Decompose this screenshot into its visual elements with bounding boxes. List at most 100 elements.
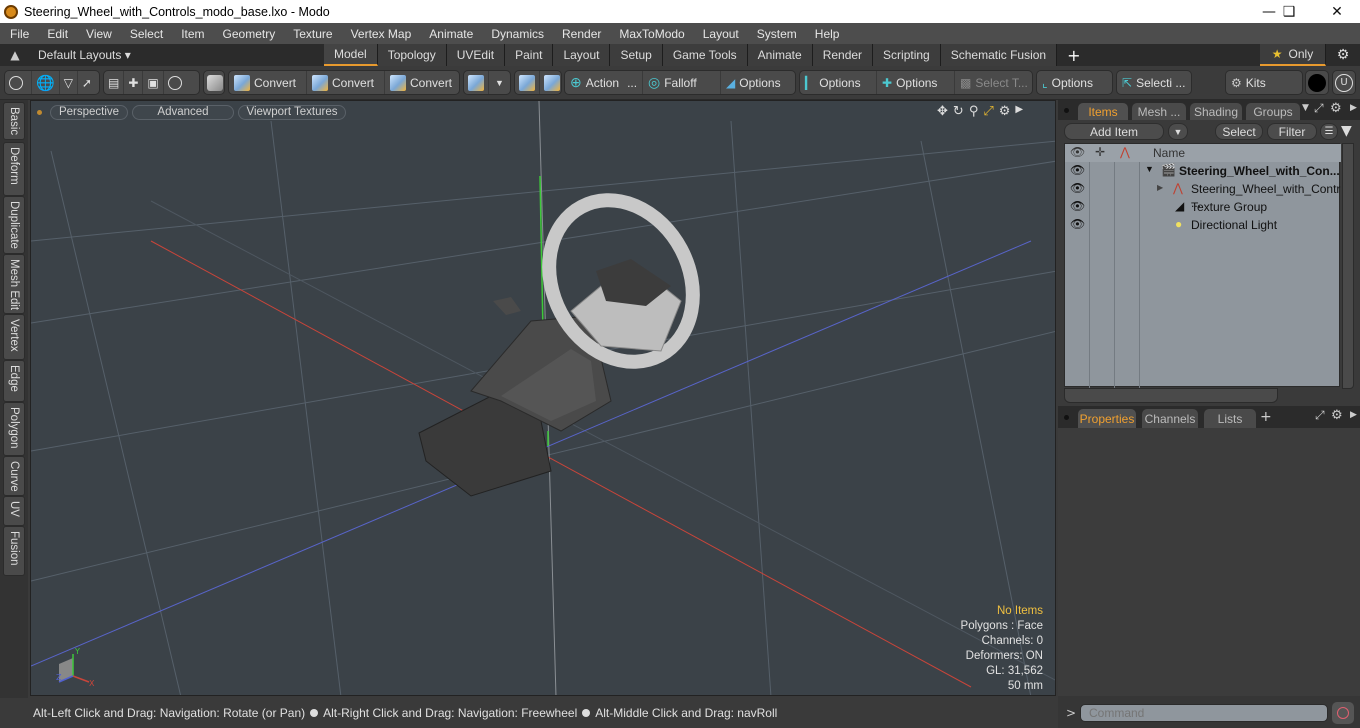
menu-geometry[interactable]: Geometry xyxy=(213,27,284,41)
tab-model[interactable]: Model xyxy=(324,44,378,66)
filter-button[interactable]: Filter xyxy=(1267,123,1317,140)
select-sphere-button[interactable]: 🌐 xyxy=(32,71,60,94)
item-mode-button[interactable] xyxy=(204,71,226,94)
menu-layout[interactable]: Layout xyxy=(693,27,747,41)
tab-channels[interactable]: Channels xyxy=(1142,409,1198,428)
expand-triangle-icon[interactable]: ▶ xyxy=(1157,183,1163,192)
tab-schematic-fusion[interactable]: Schematic Fusion xyxy=(940,44,1058,66)
item-row-scene[interactable]: 👁 ▼ 🎬 Steering_Wheel_with_Con... xyxy=(1065,162,1341,180)
selection-sets-button[interactable]: ⇱ Selecti ... xyxy=(1117,71,1191,94)
horizontal-scrollbar[interactable] xyxy=(1064,388,1278,403)
tab-properties[interactable]: Properties xyxy=(1078,409,1136,428)
menu-help[interactable]: Help xyxy=(805,27,848,41)
command-input[interactable] xyxy=(1080,704,1328,722)
unity-button[interactable] xyxy=(1305,70,1329,95)
select-pen-button[interactable]: ▽ xyxy=(60,71,78,94)
gear-icon[interactable]: ⚙ xyxy=(1326,44,1360,66)
steering-wheel-model[interactable] xyxy=(418,175,720,497)
menu-file[interactable]: File xyxy=(0,27,37,41)
record-button[interactable] xyxy=(1332,702,1354,724)
default-layouts-dropdown[interactable]: Default Layouts ▾ xyxy=(30,44,324,66)
unreal-button[interactable]: U xyxy=(1332,70,1356,95)
pan-icon[interactable]: ✥ xyxy=(937,104,948,119)
menu-dynamics[interactable]: Dynamics xyxy=(481,27,552,41)
mode-items-button[interactable]: ▤ xyxy=(104,71,125,94)
menu-render[interactable]: Render xyxy=(552,27,609,41)
tab-scripting[interactable]: Scripting xyxy=(873,44,941,66)
vertical-scrollbar[interactable] xyxy=(1342,143,1354,389)
vtab-uv[interactable]: UV xyxy=(3,496,25,526)
collapse-triangle-icon[interactable]: ▼ xyxy=(1145,164,1154,174)
menu-edit[interactable]: Edit xyxy=(37,27,76,41)
mode-material-button[interactable] xyxy=(164,71,190,94)
maximize-viewport-icon[interactable]: ⤢ xyxy=(983,104,993,119)
visibility-eye-icon[interactable]: 👁 xyxy=(1070,181,1085,195)
tab-uvedit[interactable]: UVEdit xyxy=(446,44,506,66)
workplane-options-button[interactable]: ✚ Options xyxy=(877,71,955,94)
select-lasso-button[interactable]: ➚ xyxy=(78,71,96,94)
tab-topology[interactable]: Topology xyxy=(377,44,447,66)
convert-button-3[interactable]: Convert xyxy=(385,71,459,94)
vtab-duplicate[interactable]: Duplicate xyxy=(3,196,25,254)
vtab-fusion[interactable]: Fusion xyxy=(3,526,25,576)
viewport-textures-dropdown[interactable]: Viewport Textures xyxy=(238,104,346,120)
3d-viewport[interactable]: Perspective Advanced Viewport Textures ✥… xyxy=(30,100,1056,696)
falloff-options-button[interactable]: ◢ Options xyxy=(721,71,795,94)
menu-vertex-map[interactable]: Vertex Map xyxy=(341,27,420,41)
mesh-dropdown-button[interactable]: ▼ xyxy=(489,71,510,94)
select-vertices-button[interactable] xyxy=(5,71,32,94)
tab-groups[interactable]: Groups xyxy=(1246,103,1300,120)
vtab-vertex[interactable]: Vertex xyxy=(3,314,25,360)
falloff-button[interactable]: ◎ Falloff xyxy=(643,71,721,94)
add-tab-button[interactable]: + xyxy=(1260,409,1272,425)
collapse-arrow-icon[interactable]: ▲ xyxy=(0,44,30,66)
expand-icon[interactable]: ⤢ xyxy=(1314,101,1324,116)
tab-animate[interactable]: Animate xyxy=(747,44,813,66)
shading-dropdown[interactable]: Advanced xyxy=(132,104,234,120)
vtab-mesh-edit[interactable]: Mesh Edit xyxy=(3,254,25,314)
add-item-dropdown[interactable]: ▼ xyxy=(1168,123,1188,140)
perspective-dropdown[interactable]: Perspective xyxy=(50,104,128,120)
tab-setup[interactable]: Setup xyxy=(610,44,663,66)
tab-layout[interactable]: Layout xyxy=(553,44,611,66)
tab-paint[interactable]: Paint xyxy=(505,44,554,66)
funnel-icon[interactable]: ▼ xyxy=(1341,123,1352,139)
menu-animate[interactable]: Animate xyxy=(419,27,481,41)
panel-gear-icon[interactable]: ⚙ xyxy=(1330,101,1342,116)
viewport-gear-icon[interactable]: ⚙ xyxy=(999,104,1011,119)
only-toggle[interactable]: ★ Only xyxy=(1260,44,1326,66)
kits-button[interactable]: ⚙ Kits xyxy=(1226,71,1302,94)
panel-more-icon[interactable]: ▶ xyxy=(1350,410,1357,420)
select-through-button[interactable]: ▩ Select T... xyxy=(955,71,1032,94)
workplane-button[interactable] xyxy=(540,71,564,94)
symmetry-button[interactable] xyxy=(515,71,540,94)
vtab-edge[interactable]: Edge xyxy=(3,360,25,402)
close-button[interactable]: ✕ xyxy=(1314,0,1360,23)
mode-polygon-button[interactable]: ▣ xyxy=(143,71,164,94)
add-tab-button[interactable]: + xyxy=(1057,44,1090,66)
action-center-button[interactable]: ⊕ Action... xyxy=(565,71,643,94)
panel-gear-icon[interactable]: ⚙ xyxy=(1331,408,1343,423)
add-item-button[interactable]: Add Item xyxy=(1064,123,1164,140)
vtab-curve[interactable]: Curve xyxy=(3,456,25,496)
tabs-dropdown-icon[interactable]: ▼ xyxy=(1302,103,1309,113)
menu-texture[interactable]: Texture xyxy=(283,27,340,41)
list-options-icon[interactable]: ☰ xyxy=(1320,123,1338,140)
visibility-eye-icon[interactable]: 👁 xyxy=(1070,217,1085,231)
name-column-header[interactable]: Name xyxy=(1153,146,1185,160)
tab-game-tools[interactable]: Game Tools xyxy=(662,44,748,66)
zoom-icon[interactable]: ⚲ xyxy=(969,104,979,119)
vtab-deform[interactable]: Deform xyxy=(3,142,25,196)
viewport-more-icon[interactable]: ▶ xyxy=(1015,104,1023,119)
panel-more-icon[interactable]: ▶ xyxy=(1350,103,1357,113)
tab-mesh[interactable]: Mesh ... xyxy=(1132,103,1186,120)
menu-system[interactable]: System xyxy=(747,27,805,41)
tab-items[interactable]: Items xyxy=(1078,103,1128,120)
convert-button-2[interactable]: Convert xyxy=(307,71,385,94)
select-button[interactable]: Select xyxy=(1215,123,1263,140)
vtab-basic[interactable]: Basic xyxy=(3,102,25,140)
visibility-eye-icon[interactable]: 👁 xyxy=(1070,163,1085,177)
convert-button-1[interactable]: Convert xyxy=(229,71,307,94)
visibility-eye-icon[interactable]: 👁 xyxy=(1070,199,1085,213)
menu-item[interactable]: Item xyxy=(171,27,212,41)
